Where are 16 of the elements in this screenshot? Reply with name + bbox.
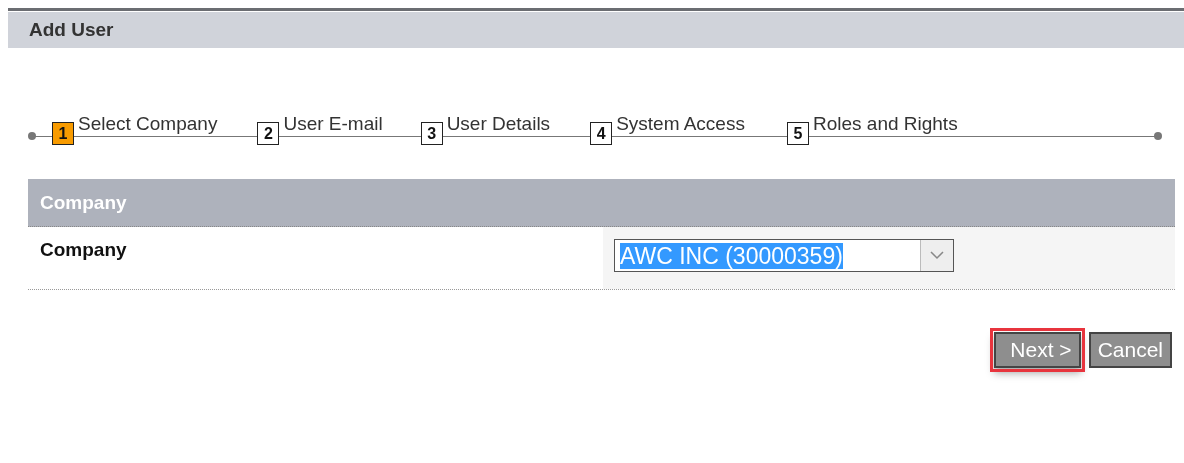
- action-button[interactable]: Cancel: [1088, 332, 1172, 368]
- field-label: Company: [39, 238, 128, 262]
- step-number: 1: [52, 122, 74, 145]
- page-title: Add User: [29, 19, 114, 41]
- step-label: System Access: [616, 113, 745, 134]
- step-number: 3: [420, 122, 443, 145]
- step-number: 2: [257, 122, 280, 145]
- chevron-down-icon: [930, 251, 944, 260]
- step-label: Roles and Rights: [812, 113, 958, 134]
- company-dropdown[interactable]: AWC INC (30000359): [614, 239, 954, 272]
- step-label: User Details: [446, 113, 551, 134]
- step-label: User E-mail: [283, 113, 383, 134]
- step-number: 5: [786, 122, 809, 145]
- section-title: Company: [40, 191, 127, 214]
- step-label: Select Company: [78, 113, 218, 134]
- step-number: 4: [590, 122, 613, 145]
